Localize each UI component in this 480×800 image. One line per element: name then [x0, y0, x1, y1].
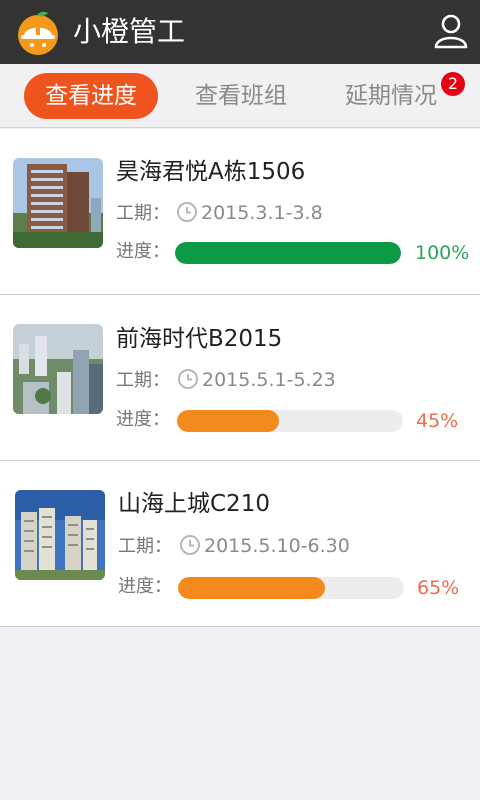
- project-photo: [13, 324, 103, 414]
- period-label: 工期：: [116, 370, 170, 391]
- progress-percent: 100%: [415, 242, 470, 264]
- project-card[interactable]: 前海时代B2015 工期： 2015.5.1-5.23 进度： 45%: [0, 295, 480, 461]
- period-label: 工期：: [118, 536, 172, 557]
- progress-label: 进度：: [118, 576, 172, 597]
- top-bar: 小橙管工: [0, 0, 480, 64]
- project-photo: [13, 158, 103, 248]
- tab-view-teams[interactable]: 查看班组: [180, 73, 302, 119]
- app-title: 小橙管工: [73, 15, 186, 48]
- project-name: 前海时代B2015: [116, 326, 283, 352]
- clock-icon: [177, 202, 197, 222]
- period-dates: 2015.5.10-6.30: [204, 535, 350, 557]
- project-name: 山海上城C210: [118, 491, 270, 517]
- progress-bar: [175, 242, 401, 264]
- delay-count-badge: 2: [441, 72, 465, 96]
- progress-bar: [177, 410, 403, 432]
- period-dates: 2015.3.1-3.8: [201, 202, 323, 224]
- project-name: 昊海君悦A栋1506: [116, 159, 306, 185]
- orange-helmet-logo-icon: [18, 11, 58, 55]
- project-list: 昊海君悦A栋1506 工期： 2015.3.1-3.8 进度： 100% 前海时…: [0, 129, 480, 627]
- clock-icon: [180, 535, 200, 555]
- clock-icon: [178, 369, 198, 389]
- progress-label: 进度：: [116, 409, 170, 430]
- period-dates: 2015.5.1-5.23: [202, 369, 336, 391]
- project-photo: [15, 490, 105, 580]
- project-card[interactable]: 昊海君悦A栋1506 工期： 2015.3.1-3.8 进度： 100%: [0, 129, 480, 295]
- progress-fill: [177, 410, 279, 432]
- tab-bar: 查看进度 查看班组 延期情况: [0, 64, 480, 128]
- tab-view-progress[interactable]: 查看进度: [24, 73, 158, 119]
- progress-bar: [178, 577, 404, 599]
- progress-percent: 65%: [417, 577, 460, 599]
- user-icon[interactable]: [432, 12, 470, 50]
- project-card[interactable]: 山海上城C210 工期： 2015.5.10-6.30 进度： 65%: [0, 461, 480, 627]
- progress-fill: [175, 242, 401, 264]
- progress-label: 进度：: [116, 241, 170, 262]
- progress-percent: 45%: [416, 410, 459, 432]
- period-label: 工期：: [116, 203, 170, 224]
- progress-fill: [178, 577, 325, 599]
- tab-delays[interactable]: 延期情况: [330, 73, 452, 119]
